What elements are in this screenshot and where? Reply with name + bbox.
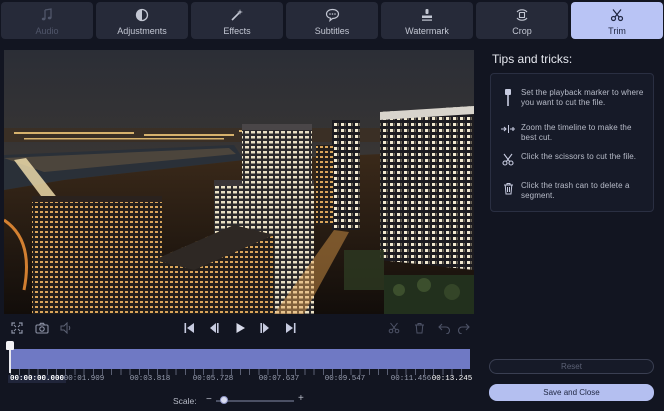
camera-icon: [35, 322, 49, 334]
tab-subtitles[interactable]: Subtitles: [286, 2, 378, 39]
redo-button[interactable]: [455, 320, 471, 336]
tab-label: Crop: [512, 26, 532, 36]
magic-wand-icon: [230, 5, 244, 25]
play-button[interactable]: [232, 320, 248, 336]
delete-segment-button[interactable]: [411, 320, 427, 336]
tab-label: Effects: [223, 26, 251, 36]
skip-to-start-button[interactable]: [181, 320, 197, 336]
tip-text: Zoom the timeline to make the best cut.: [521, 123, 632, 142]
video-preview: [4, 50, 474, 314]
tab-trim[interactable]: Trim: [571, 2, 663, 39]
scissors-icon: [610, 5, 624, 25]
tab-label: Adjustments: [117, 26, 167, 36]
play-icon: [236, 323, 245, 333]
scale-slider-handle[interactable]: [220, 396, 229, 404]
trash-icon: [499, 181, 517, 200]
scale-label: Scale:: [173, 396, 197, 406]
volume-button[interactable]: [58, 320, 74, 336]
tab-bar: Audio Adjustments Effects Subtitles Wate…: [0, 0, 664, 40]
city-night-image: [4, 50, 474, 314]
save-and-close-button[interactable]: Save and Close: [489, 384, 654, 401]
tab-watermark[interactable]: Watermark: [381, 2, 473, 39]
fullscreen-button[interactable]: [9, 320, 25, 336]
undo-icon: [437, 323, 450, 334]
tip-item: Zoom the timeline to make the best cut.: [499, 123, 651, 142]
crop-rotate-icon: [514, 5, 530, 25]
playback-marker[interactable]: [6, 341, 14, 350]
timeline-tick-label: 00:07.637: [258, 375, 300, 383]
music-note-icon: [40, 5, 54, 25]
timeline-segment[interactable]: [10, 349, 470, 369]
timeline-tick-label: 00:01.909: [63, 375, 105, 383]
tip-text: Set the playback marker to where you wan…: [521, 88, 644, 107]
playhead-line[interactable]: [9, 347, 11, 373]
tip-item: Click the scissors to cut the file.: [499, 152, 651, 166]
skip-to-end-button[interactable]: [283, 320, 299, 336]
tip-text: Click the scissors to cut the file.: [521, 152, 637, 161]
scissors-icon: [388, 322, 400, 334]
expand-icon: [11, 322, 23, 334]
tip-item: Click the trash can to delete a segment.: [499, 181, 651, 200]
redo-icon: [457, 323, 470, 334]
zoom-out-button[interactable]: −: [206, 394, 212, 405]
speech-bubble-icon: [325, 5, 340, 25]
tab-label: Trim: [608, 26, 626, 36]
previous-frame-button[interactable]: [206, 320, 222, 336]
snapshot-button[interactable]: [34, 320, 50, 336]
skip-end-icon: [286, 323, 296, 333]
timeline-tick-label: 00:05.728: [192, 375, 234, 383]
step-back-icon: [210, 323, 219, 333]
next-frame-button[interactable]: [257, 320, 273, 336]
timeline-tick-label: 00:09.547: [324, 375, 366, 383]
timeline-tick-label: 00:11.456: [390, 375, 432, 383]
cut-button[interactable]: [386, 320, 402, 336]
reset-button[interactable]: Reset: [489, 359, 654, 374]
timeline-tick-label: 00:03.818: [129, 375, 171, 383]
tip-item: Set the playback marker to where you wan…: [499, 88, 651, 107]
scissors-icon: [499, 152, 517, 166]
tip-text: Click the trash can to delete a segment.: [521, 181, 630, 200]
zoom-timeline-icon: [499, 123, 517, 142]
undo-button[interactable]: [436, 320, 452, 336]
tab-label: Watermark: [405, 26, 449, 36]
zoom-in-button[interactable]: +: [298, 393, 304, 404]
tab-effects[interactable]: Effects: [191, 2, 283, 39]
step-forward-icon: [260, 323, 269, 333]
tab-label: Subtitles: [314, 26, 350, 36]
tab-label: Audio: [35, 26, 59, 36]
speaker-icon: [60, 322, 71, 334]
tab-audio[interactable]: Audio: [1, 2, 93, 39]
tab-crop[interactable]: Crop: [476, 2, 568, 39]
tips-panel: Set the playback marker to where you wan…: [490, 73, 654, 212]
end-time: 00:13.245: [431, 375, 473, 383]
playback-controls: [0, 318, 480, 338]
contrast-icon: [135, 5, 149, 25]
skip-start-icon: [184, 323, 194, 333]
stamp-icon: [420, 5, 434, 25]
tips-title: Tips and tricks:: [492, 52, 573, 66]
tab-adjustments[interactable]: Adjustments: [96, 2, 188, 39]
playback-marker-icon: [499, 88, 517, 107]
trash-icon: [414, 323, 424, 334]
current-time: 00:00:00.000: [7, 375, 67, 383]
